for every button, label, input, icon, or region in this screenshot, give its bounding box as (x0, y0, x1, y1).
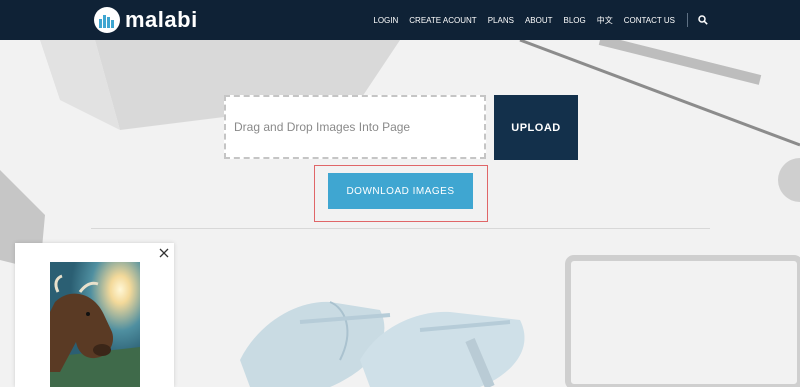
search-icon[interactable] (698, 15, 708, 25)
nav-about[interactable]: ABOUT (525, 16, 553, 25)
main-nav: LOGIN CREATE ACOUNT PLANS ABOUT BLOG 中文 … (362, 0, 708, 40)
site-header: malabi LOGIN CREATE ACOUNT PLANS ABOUT B… (0, 0, 800, 40)
nav-separator (687, 13, 688, 27)
cow-photo-image (50, 262, 140, 387)
nav-plans[interactable]: PLANS (488, 16, 514, 25)
nav-blog[interactable]: BLOG (564, 16, 586, 25)
logo[interactable]: malabi (93, 6, 198, 34)
logo-text: malabi (125, 7, 198, 32)
drop-zone-text: Drag and Drop Images Into Page (234, 120, 411, 134)
download-images-button[interactable]: DOWNLOAD IMAGES (328, 173, 473, 209)
close-icon[interactable] (158, 247, 170, 259)
nav-create-account[interactable]: CREATE ACOUNT (409, 16, 476, 25)
drop-zone[interactable]: Drag and Drop Images Into Page (224, 95, 486, 159)
upload-button[interactable]: UPLOAD (494, 95, 578, 160)
cloud-city-logo-icon (94, 7, 120, 33)
nav-chinese[interactable]: 中文 (597, 15, 613, 26)
nav-contact-us[interactable]: CONTACT US (624, 16, 675, 25)
nav-login[interactable]: LOGIN (373, 16, 398, 25)
divider (91, 228, 710, 229)
